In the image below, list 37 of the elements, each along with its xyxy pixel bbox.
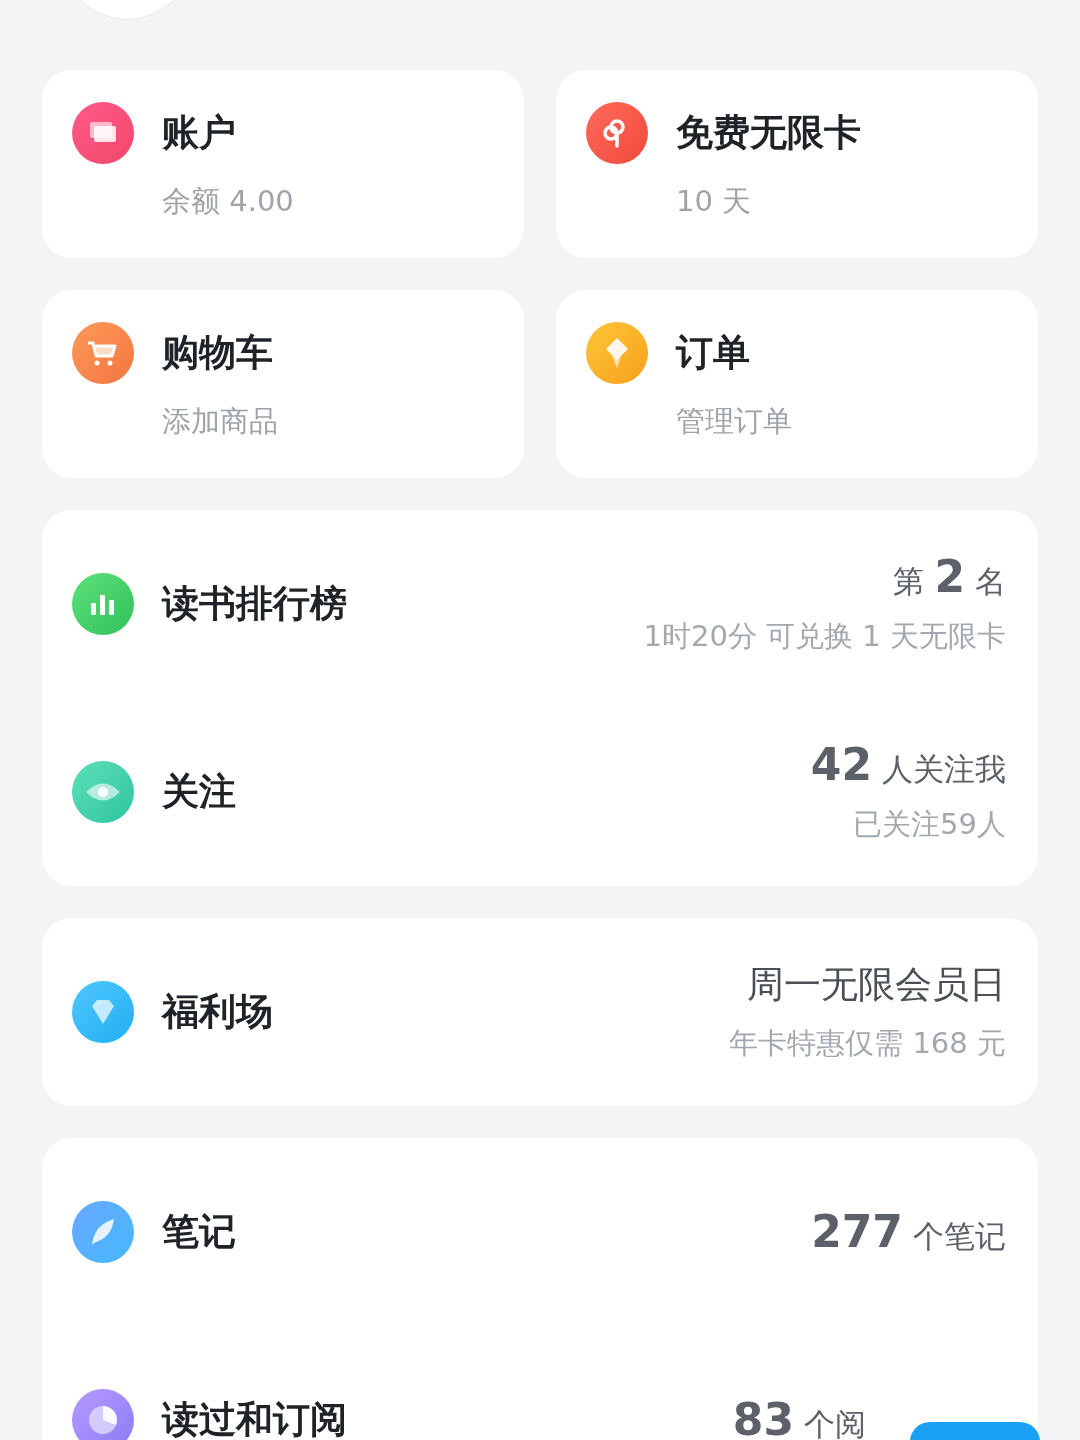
stat-number: 42 [810,739,872,790]
menu-note: 已关注59人 [853,806,1006,843]
stat-prefix: 第 [893,562,925,601]
eye-icon [72,761,134,823]
card-subtitle: 余额 4.00 [162,183,294,220]
stat-unit: 名 [975,562,1006,601]
stat-number: 83 [732,1394,794,1440]
wallet-icon [72,102,134,164]
diamond-note-icon [586,322,648,384]
menu-title[interactable]: 读书排行榜 [162,573,347,635]
card-title: 购物车 [162,330,274,376]
stat-number: 277 [811,1206,903,1257]
bar-chart-icon [72,573,134,635]
card-title: 订单 [676,330,751,376]
card-subtitle: 添加商品 [162,403,278,440]
stat-number: 2 [934,551,965,602]
menu-note: 年卡特惠仅需 168 元 [729,1025,1006,1062]
feather-icon [72,1201,134,1263]
stat-unit: 个笔记 [913,1217,1006,1256]
card-subtitle: 10 天 [676,183,753,220]
shortcut-card[interactable]: 账户 余额 4.00 [42,70,524,258]
shortcut-card[interactable]: 订单 管理订单 [556,290,1038,478]
menu-title[interactable]: 关注 [162,761,236,823]
promo-headline: 周一无限会员日 [747,962,1006,1008]
shortcut-card[interactable]: 免费无限卡 10 天 [556,70,1038,258]
stat-unit: 个阅 [804,1405,866,1440]
stat-unit: 人关注我 [882,750,1006,789]
menu-note: 1时20分 可兑换 1 天无限卡 [643,618,1006,655]
menu-title[interactable]: 笔记 [162,1201,236,1263]
cart-icon [72,322,134,384]
menu-title[interactable]: 读过和订阅 [162,1389,347,1440]
shortcut-card[interactable]: 购物车 添加商品 [42,290,524,478]
card-title: 账户 [162,110,237,156]
menu-title[interactable]: 福利场 [162,981,273,1043]
card-title: 免费无限卡 [676,110,861,156]
card-subtitle: 管理订单 [676,403,792,440]
clover-icon [586,102,648,164]
